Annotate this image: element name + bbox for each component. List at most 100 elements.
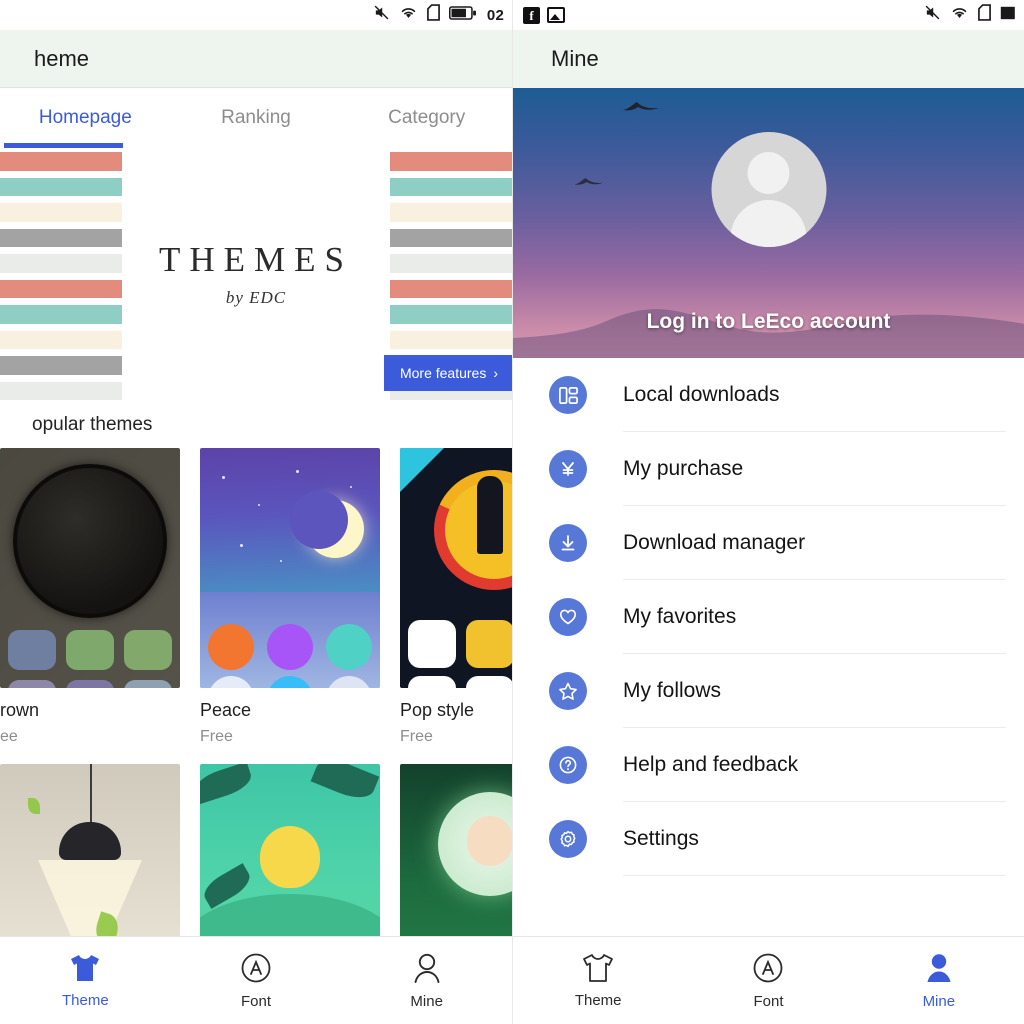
- theme-price: Free: [400, 728, 433, 745]
- right-status-bar: f: [513, 0, 1024, 30]
- nav-mine-label: Mine: [922, 992, 956, 1010]
- question-icon: [549, 746, 587, 784]
- nav-font-label: Font: [753, 992, 784, 1010]
- theme-card[interactable]: Pop style Free: [400, 448, 512, 746]
- tab-category[interactable]: Category: [341, 88, 512, 148]
- gear-icon: [549, 820, 587, 858]
- nav-theme[interactable]: Theme: [513, 953, 683, 1009]
- person-icon: [412, 952, 442, 984]
- divider: [623, 875, 1006, 876]
- tab-ranking[interactable]: Ranking: [171, 88, 342, 148]
- right-app-header: Mine: [513, 30, 1024, 88]
- battery-icon: [448, 5, 476, 25]
- bird-character-graphic: [260, 826, 320, 888]
- sim-icon: [426, 4, 440, 26]
- tshirt-icon: [68, 953, 102, 983]
- login-prompt-label[interactable]: Log in to LeEco account: [513, 310, 1024, 334]
- left-phone-screen: 02 heme Homepage Ranking Category THEMES…: [0, 0, 512, 1024]
- nav-theme-label: Theme: [61, 991, 109, 1009]
- banner-subtitle: by EDC: [225, 288, 287, 307]
- left-content: opular themes rown ee Peace Free Pop sty…: [0, 400, 512, 1004]
- menu-item-label: Help and feedback: [623, 753, 799, 776]
- person-icon: [924, 952, 954, 984]
- theme-card[interactable]: Peace Free: [200, 448, 380, 746]
- left-status-icons: 02: [373, 4, 504, 26]
- menu-item-label: My favorites: [623, 605, 737, 628]
- tab-homepage[interactable]: Homepage: [0, 88, 171, 148]
- grid-layout-icon: [549, 376, 587, 414]
- bird-icon: [623, 102, 659, 111]
- image-icon: [547, 7, 565, 23]
- left-bottom-nav: Theme Font Mine: [0, 936, 512, 1024]
- section-title-popular: opular themes: [32, 414, 153, 435]
- theme-price: ee: [0, 728, 18, 745]
- nav-font[interactable]: Font: [171, 952, 342, 1010]
- clock-widget-graphic: [13, 464, 167, 618]
- mute-icon: [373, 4, 390, 26]
- promo-banner[interactable]: THEMES by EDC More features ›: [0, 148, 512, 400]
- menu-item-label: Local downloads: [623, 383, 780, 406]
- menu-item-download-manager[interactable]: Download manager: [549, 506, 1024, 580]
- more-features-label: More features: [399, 365, 487, 381]
- menu-item-settings[interactable]: Settings: [549, 802, 1024, 876]
- tab-ranking-label: Ranking: [221, 107, 291, 128]
- tab-homepage-label: Homepage: [38, 107, 132, 128]
- chevron-right-icon: ›: [493, 365, 498, 381]
- menu-item-my-follows[interactable]: My follows: [549, 654, 1024, 728]
- theme-card[interactable]: rown ee: [0, 448, 180, 746]
- tshirt-icon: [581, 953, 615, 983]
- nav-mine[interactable]: Mine: [341, 952, 512, 1010]
- page-title: heme: [34, 45, 90, 71]
- tab-bar: Homepage Ranking Category: [0, 88, 512, 148]
- theme-grid-row-1: rown ee Peace Free Pop style Free: [0, 448, 512, 746]
- girl-face-graphic: [467, 816, 512, 866]
- menu-item-label: My follows: [623, 679, 722, 702]
- account-hero-banner[interactable]: Log in to LeEco account: [513, 88, 1024, 358]
- menu-item-my-purchase[interactable]: My purchase: [549, 432, 1024, 506]
- clock-label: 02: [486, 6, 504, 24]
- nav-mine-label: Mine: [410, 992, 443, 1010]
- more-features-button[interactable]: More features ›: [383, 355, 512, 391]
- menu-item-local-downloads[interactable]: Local downloads: [549, 358, 1024, 432]
- heart-icon: [549, 598, 587, 636]
- tab-category-label: Category: [388, 107, 466, 128]
- right-status-notifications: f: [523, 6, 565, 24]
- right-bottom-nav: Theme Font Mine: [513, 936, 1024, 1024]
- nav-theme[interactable]: Theme: [0, 953, 171, 1009]
- avatar[interactable]: [711, 132, 826, 247]
- wifi-icon: [950, 5, 969, 25]
- star-icon: [549, 672, 587, 710]
- theme-thumbnail: [0, 448, 180, 688]
- menu-item-label: Settings: [623, 827, 699, 850]
- menu-item-label: My purchase: [623, 457, 744, 480]
- theme-name: Pop style: [400, 700, 475, 720]
- page-title: Mine: [551, 46, 599, 71]
- left-app-header: heme: [0, 30, 512, 88]
- battery-icon: [1000, 6, 1016, 25]
- crescent-moon-graphic: [290, 491, 364, 558]
- dual-screenshot: 02 heme Homepage Ranking Category THEMES…: [0, 0, 1024, 1024]
- nav-font-label: Font: [241, 992, 272, 1010]
- account-menu-list: Local downloads My purchase Download man…: [513, 358, 1024, 876]
- left-status-bar: 02: [0, 0, 512, 30]
- circled-a-icon: [752, 952, 784, 984]
- yen-icon: [549, 450, 587, 488]
- wifi-icon: [399, 5, 418, 25]
- nav-mine[interactable]: Mine: [854, 952, 1024, 1010]
- right-phone-screen: f Mine Log in to LeEco account Local dow…: [512, 0, 1024, 1024]
- menu-item-label: Download manager: [623, 531, 806, 554]
- theme-name: rown: [0, 700, 40, 720]
- nav-font[interactable]: Font: [683, 952, 853, 1010]
- banner-title: THEMES: [159, 240, 353, 279]
- circled-a-icon: [240, 952, 272, 984]
- download-icon: [549, 524, 587, 562]
- facebook-icon: f: [523, 6, 540, 24]
- nav-theme-label: Theme: [574, 991, 622, 1009]
- menu-item-help-and-feedback[interactable]: Help and feedback: [549, 728, 1024, 802]
- bird-icon: [574, 178, 604, 185]
- menu-item-my-favorites[interactable]: My favorites: [549, 580, 1024, 654]
- mute-icon: [924, 4, 941, 26]
- theme-thumbnail: [200, 448, 380, 688]
- right-status-icons: [924, 4, 1016, 26]
- theme-name: Peace: [200, 700, 252, 720]
